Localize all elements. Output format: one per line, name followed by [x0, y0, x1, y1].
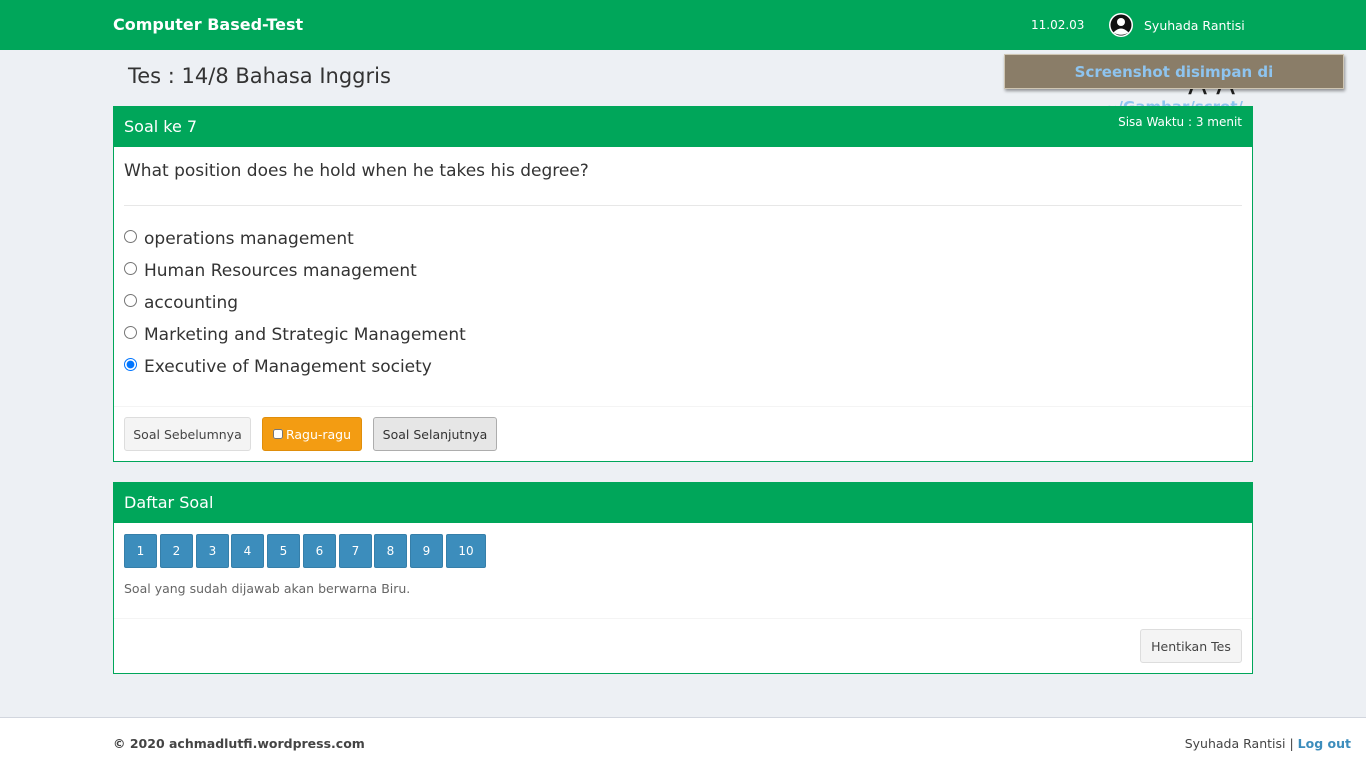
previous-question-button[interactable]: Soal Sebelumnya — [124, 417, 251, 451]
answered-hint: Soal yang sudah dijawab akan berwarna Bi… — [124, 581, 411, 596]
divider — [114, 618, 1252, 619]
question-nav-button[interactable]: 4 — [231, 534, 264, 568]
answer-option[interactable]: operations management — [124, 229, 354, 249]
user-avatar-icon[interactable] — [1109, 13, 1133, 37]
answer-option-label: accounting — [144, 293, 239, 313]
footer: © 2020 achmadlutfi.wordpress.com Syuhada… — [0, 717, 1366, 768]
answer-radio[interactable] — [124, 261, 137, 275]
logout-link[interactable]: Log out — [1298, 736, 1351, 751]
answer-radio[interactable] — [124, 325, 137, 339]
answer-option[interactable]: Human Resources management — [124, 261, 417, 281]
question-nav-button[interactable]: 5 — [267, 534, 300, 568]
question-nav-button[interactable]: 10 — [446, 534, 486, 568]
answer-option-label: Marketing and Strategic Management — [144, 325, 466, 345]
question-nav-button[interactable]: 1 — [124, 534, 157, 568]
doubt-toggle-button[interactable]: Ragu-ragu — [262, 417, 362, 451]
user-menu[interactable]: Syuhada Rantisi — [1144, 18, 1245, 33]
divider — [124, 205, 1242, 206]
answer-option-label: Executive of Management society — [144, 357, 432, 377]
copyright: © 2020 achmadlutfi.wordpress.com — [113, 736, 365, 751]
question-panel: Soal ke 7 Sisa Waktu : 3 menit What posi… — [113, 106, 1253, 462]
question-panel-header: Soal ke 7 Sisa Waktu : 3 menit — [114, 107, 1252, 147]
answer-option-label: operations management — [144, 229, 354, 249]
doubt-checkbox[interactable] — [272, 429, 283, 439]
clock: 11.02.03 — [1031, 18, 1085, 32]
answer-option[interactable]: Executive of Management society — [124, 357, 432, 377]
divider — [114, 406, 1252, 407]
top-navbar: Computer Based-Test 11.02.03 Syuhada Ran… — [0, 0, 1366, 50]
question-nav-button[interactable]: 2 — [160, 534, 193, 568]
next-question-button[interactable]: Soal Selanjutnya — [373, 417, 497, 451]
question-list-header: Daftar Soal — [114, 483, 1252, 523]
answer-option[interactable]: Marketing and Strategic Management — [124, 325, 466, 345]
time-remaining: Sisa Waktu : 3 menit — [1118, 115, 1242, 129]
answer-option-label: Human Resources management — [144, 261, 417, 281]
stop-test-button[interactable]: Hentikan Tes — [1140, 629, 1242, 663]
question-nav-button[interactable]: 3 — [196, 534, 229, 568]
question-text: What position does he hold when he takes… — [124, 161, 589, 181]
footer-separator: | — [1289, 736, 1294, 751]
question-number: Soal ke 7 — [124, 117, 198, 136]
question-nav-button[interactable]: 6 — [303, 534, 336, 568]
app-brand[interactable]: Computer Based-Test — [113, 15, 303, 34]
answer-option[interactable]: accounting — [124, 293, 238, 313]
answer-radio[interactable] — [124, 357, 137, 371]
question-list-title: Daftar Soal — [124, 493, 214, 512]
question-nav-button[interactable]: 9 — [410, 534, 443, 568]
page-title: Tes : 14/8 Bahasa Inggris — [128, 64, 391, 88]
footer-username: Syuhada Rantisi — [1184, 736, 1286, 751]
question-list-panel: Daftar Soal 1 2 3 4 5 6 7 8 9 10 Soal ya… — [113, 482, 1253, 674]
doubt-label: Ragu-ragu — [285, 426, 352, 442]
footer-user: Syuhada Rantisi | Log out — [1185, 736, 1351, 751]
question-nav-button[interactable]: 8 — [374, 534, 407, 568]
question-nav-button[interactable]: 7 — [339, 534, 372, 568]
screenshot-toast: Screenshot disimpan di ~/Gambar/scrot/ — [1004, 54, 1344, 116]
answer-radio[interactable] — [124, 229, 137, 243]
answer-radio[interactable] — [124, 293, 137, 307]
